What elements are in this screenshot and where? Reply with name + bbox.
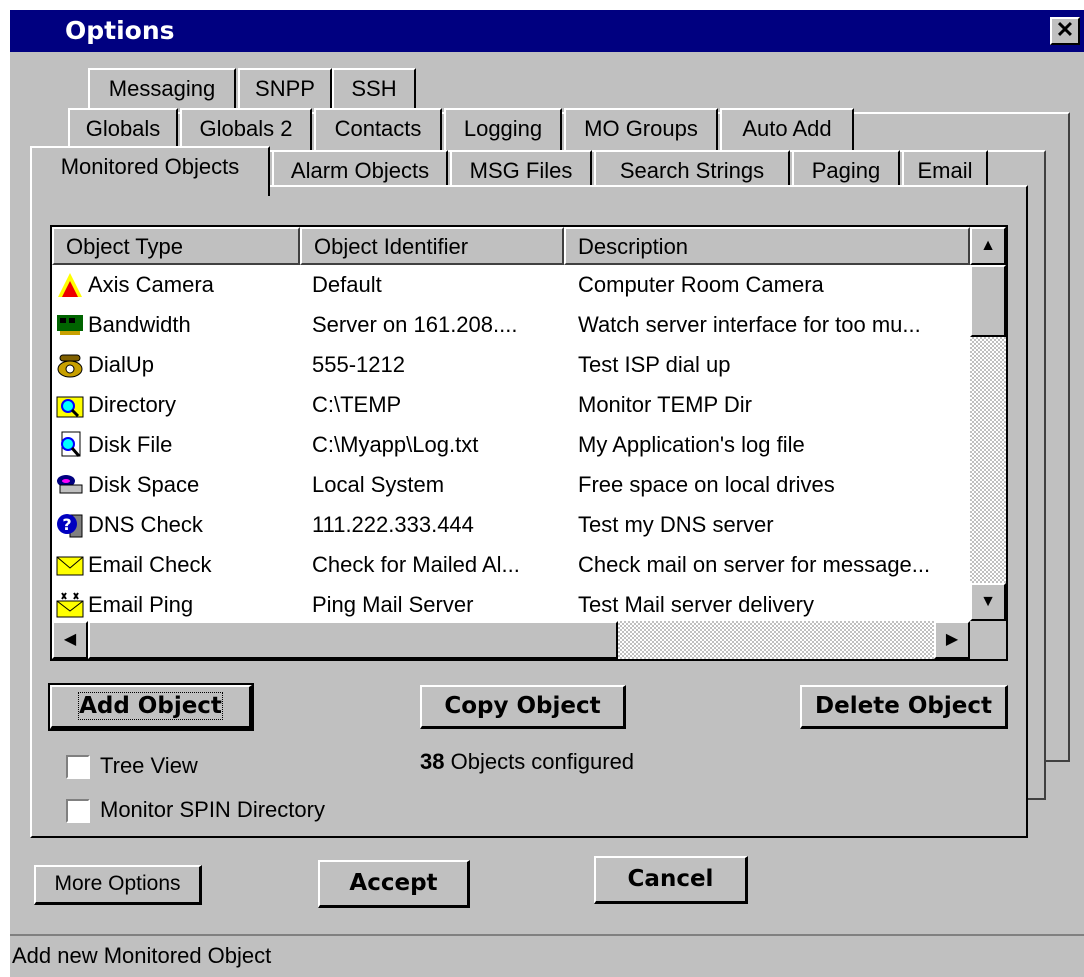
title-bar: Options [10, 10, 1084, 52]
objects-count: 38 Objects configured [420, 749, 634, 775]
object-type-cell: Axis Camera [88, 272, 214, 297]
object-type-cell: Email Check [88, 552, 212, 577]
options-window: Options ✕ Messaging SNPP SSH Globals Glo… [10, 10, 1084, 977]
object-type-cell: Email Ping [88, 592, 194, 617]
envelope-icon [56, 551, 84, 579]
object-type-cell: DialUp [88, 352, 155, 377]
object-type-cell: Disk File [88, 432, 173, 457]
object-identifier-cell: Ping Mail Server [312, 592, 474, 617]
scroll-right-button[interactable]: ▶ [934, 621, 970, 659]
column-header-description[interactable]: Description [564, 227, 970, 265]
arrow-down-icon: ▼ [980, 593, 996, 610]
list-item[interactable]: Email Check Check for Mailed Al... Check m… [52, 545, 972, 585]
object-type-cell: Directory [88, 392, 177, 417]
window-title: Options [65, 16, 175, 45]
status-bar: Add new Monitored Object [10, 934, 1084, 977]
list-item[interactable]: Email Ping Ping Mail Server Test Mail serv… [52, 585, 972, 625]
tab-globals[interactable]: Globals [68, 108, 178, 150]
object-type-cell: Bandwidth [88, 312, 191, 337]
arrow-right-icon: ▶ [945, 631, 959, 648]
object-identifier-cell: Check for Mailed Al... [312, 552, 520, 577]
list-item[interactable]: Axis Camera Default Computer Room Camera [52, 265, 972, 305]
description-cell: Check mail on server for message... [578, 552, 931, 577]
list-item[interactable]: Disk File C:\Myapp\Log.txt My Application'… [52, 425, 972, 465]
object-identifier-cell: Local System [312, 472, 445, 497]
object-identifier-cell: C:\TEMP [312, 392, 402, 417]
description-cell: Test Mail server delivery [578, 592, 814, 617]
arrow-up-icon: ▲ [980, 237, 996, 254]
more-options-button[interactable]: More Options [34, 865, 202, 905]
object-identifier-cell: 555-1212 [312, 352, 405, 377]
objects-count-label: Objects configured [450, 749, 635, 774]
description-cell: Watch server interface for too mu... [578, 312, 921, 337]
tab-globals-2[interactable]: Globals 2 [180, 108, 312, 150]
add-object-button[interactable]: Add Object [48, 683, 254, 731]
list-item[interactable]: Bandwidth Server on 161.208.... Watch serv… [52, 305, 972, 345]
tab-snpp[interactable]: SNPP [238, 68, 332, 110]
column-header-object-identifier[interactable]: Object Identifier [300, 227, 564, 265]
tab-logging[interactable]: Logging [444, 108, 562, 150]
list-item[interactable]: Disk Space Local System Free space on loca… [52, 465, 972, 505]
horizontal-scroll-thumb[interactable] [88, 621, 618, 659]
disk-drive-icon [56, 471, 84, 499]
svg-text:?: ? [62, 515, 71, 534]
object-type-cell: Disk Space [88, 472, 200, 497]
folder-search-icon [56, 391, 84, 419]
tree-view-checkbox[interactable] [66, 755, 90, 779]
object-type-cell: DNS Check [88, 512, 203, 537]
scroll-up-button[interactable]: ▲ [970, 227, 1006, 265]
accept-button[interactable]: Accept [318, 860, 470, 908]
file-search-icon [56, 431, 84, 459]
camera-icon [56, 271, 84, 299]
tab-messaging[interactable]: Messaging [88, 68, 236, 110]
scrollbar-corner [970, 621, 1006, 659]
network-card-icon [56, 311, 84, 339]
objects-count-number: 38 [420, 749, 445, 774]
scroll-left-button[interactable]: ◀ [52, 621, 88, 659]
envelope-ping-icon [56, 591, 84, 619]
tab-contacts[interactable]: Contacts [314, 108, 442, 150]
column-header-object-type[interactable]: Object Type [52, 227, 300, 265]
telephone-icon [56, 351, 84, 379]
scroll-down-button[interactable]: ▼ [970, 583, 1006, 621]
horizontal-scrollbar[interactable]: ◀ ▶ [52, 621, 970, 659]
tab-ssh[interactable]: SSH [332, 68, 416, 110]
object-identifier-cell: Server on 161.208.... [312, 312, 518, 337]
vertical-scroll-thumb[interactable] [970, 265, 1006, 337]
delete-object-button[interactable]: Delete Object [800, 685, 1008, 729]
tab-monitored-objects[interactable]: Monitored Objects [30, 146, 270, 196]
close-icon: ✕ [1055, 17, 1075, 42]
object-identifier-cell: C:\Myapp\Log.txt [312, 432, 479, 457]
monitor-spin-checkbox[interactable] [66, 799, 90, 823]
dns-question-icon: ? [56, 511, 84, 539]
description-cell: My Application's log file [578, 432, 805, 457]
list-item[interactable]: Directory C:\TEMP Monitor TEMP Dir [52, 385, 972, 425]
tree-view-label: Tree View [100, 753, 198, 778]
monitor-spin-label: Monitor SPIN Directory [100, 797, 325, 822]
close-button[interactable]: ✕ [1050, 17, 1080, 45]
tab-auto-add[interactable]: Auto Add [720, 108, 854, 150]
description-cell: Free space on local drives [578, 472, 835, 497]
object-identifier-cell: Default [312, 272, 382, 297]
description-cell: Test ISP dial up [578, 352, 731, 377]
copy-object-button[interactable]: Copy Object [420, 685, 626, 729]
list-item[interactable]: ? DNS Check 111.222.333.444 Test my DNS ser… [52, 505, 972, 545]
status-text: Add new Monitored Object [12, 943, 272, 968]
monitored-objects-page: Object Type Object Identifier Descriptio… [30, 185, 1028, 838]
description-cell: Test my DNS server [578, 512, 774, 537]
arrow-left-icon: ◀ [63, 631, 77, 648]
object-identifier-cell: 111.222.333.444 [312, 512, 474, 537]
vertical-scrollbar[interactable]: ▲ ▼ [970, 227, 1006, 621]
description-cell: Monitor TEMP Dir [578, 392, 753, 417]
cancel-button[interactable]: Cancel [594, 856, 748, 904]
objects-list[interactable]: Object Type Object Identifier Descriptio… [50, 225, 1008, 661]
tab-mo-groups[interactable]: MO Groups [564, 108, 718, 150]
description-cell: Computer Room Camera [578, 272, 824, 297]
list-item[interactable]: DialUp 555-1212 Test ISP dial up [52, 345, 972, 385]
